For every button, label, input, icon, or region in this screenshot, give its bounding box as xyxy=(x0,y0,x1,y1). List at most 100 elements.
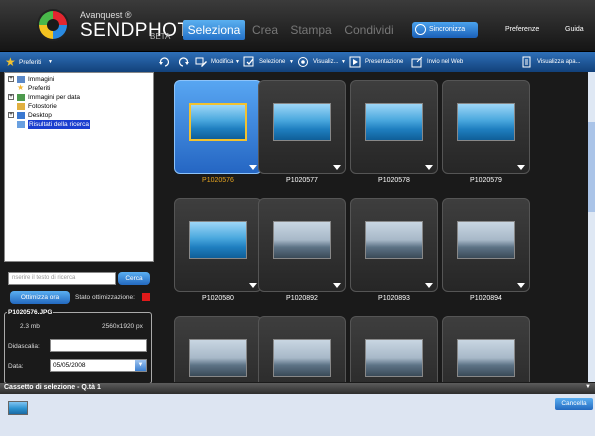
main-toolbar: Modifica ▼ Selezione ▼ Visualiz... ▼ Pre… xyxy=(155,52,595,72)
chevron-down-icon[interactable] xyxy=(425,283,433,288)
chevron-down-icon[interactable]: ▼ xyxy=(135,360,146,371)
photostory-folder-icon xyxy=(17,103,25,110)
search-button[interactable]: Cerca xyxy=(118,272,150,285)
chevron-down-icon[interactable]: ▼ xyxy=(289,59,294,65)
photo-thumbnail[interactable] xyxy=(258,316,346,382)
photo-thumbnail[interactable] xyxy=(350,198,438,292)
photo-image xyxy=(365,103,423,141)
expand-icon[interactable]: + xyxy=(8,112,14,118)
photo-image xyxy=(273,221,331,259)
photo-image xyxy=(365,339,423,377)
photo-thumbnail[interactable] xyxy=(258,198,346,292)
photo-filename: P1020894 xyxy=(470,295,502,302)
app-header: Avanquest ® SENDPHOTOS BETA Seleziona Cr… xyxy=(0,0,595,52)
tree-item-label: Desktop xyxy=(28,112,52,119)
photo-image xyxy=(365,221,423,259)
preferences-link[interactable]: Preferenze xyxy=(505,26,539,33)
guide-link[interactable]: Guida xyxy=(565,26,584,33)
search-input[interactable]: nserire il testo di ricerca xyxy=(8,272,116,285)
photo-thumbnail[interactable] xyxy=(174,198,262,292)
selection-tray-header: Cassetto di selezione - Q.tà 1 ▼ xyxy=(0,383,595,394)
edit-icon[interactable] xyxy=(195,56,207,68)
tree-item-label: Immagini per data xyxy=(28,94,81,101)
expand-icon[interactable]: + xyxy=(8,76,14,82)
calendar-icon xyxy=(17,94,25,101)
caption-label: Didascalia: xyxy=(8,343,40,350)
date-field[interactable]: 05/05/2008 ▼ xyxy=(50,359,147,372)
chevron-down-icon[interactable]: ▼ xyxy=(235,59,240,65)
tree-item-label: Fotostorie xyxy=(28,103,57,110)
chevron-down-icon[interactable] xyxy=(333,165,341,170)
send-web-button[interactable]: Invio nel Web xyxy=(427,59,463,65)
presentation-icon[interactable] xyxy=(349,56,361,68)
chevron-down-icon[interactable]: ▼ xyxy=(341,59,346,65)
open-icon[interactable] xyxy=(521,56,533,68)
presentation-button[interactable]: Presentazione xyxy=(365,59,403,65)
caption-field[interactable] xyxy=(50,339,147,352)
edit-menu[interactable]: Modifica xyxy=(211,59,233,65)
date-label: Data: xyxy=(8,363,24,370)
photo-thumbnail[interactable] xyxy=(442,80,530,174)
selection-icon[interactable] xyxy=(243,56,255,68)
chevron-down-icon[interactable]: ▼ xyxy=(585,384,591,390)
scrollbar-thumb[interactable] xyxy=(588,122,595,212)
tab-condividi[interactable]: Condividi xyxy=(339,20,399,40)
send-web-icon[interactable] xyxy=(411,56,423,68)
photo-filename: P1020577 xyxy=(286,177,318,184)
photo-thumbnail[interactable] xyxy=(442,316,530,382)
tab-seleziona[interactable]: Seleziona xyxy=(183,20,245,40)
photo-image xyxy=(457,339,515,377)
photo-thumbnail[interactable] xyxy=(258,80,346,174)
sync-button[interactable]: Sincronizza xyxy=(412,22,478,38)
rotate-left-icon[interactable] xyxy=(159,56,171,68)
photo-image xyxy=(189,339,247,377)
photo-thumbnail[interactable] xyxy=(174,316,262,382)
view-icon[interactable] xyxy=(297,56,309,68)
image-filename: P1020576.JPG xyxy=(7,309,54,316)
optimize-button[interactable]: Ottimizza ora xyxy=(10,291,70,304)
folder-tree: + Immagini ★ Preferiti + Immagini per da… xyxy=(4,72,154,262)
photo-filename: P1020579 xyxy=(470,177,502,184)
chevron-down-icon[interactable] xyxy=(517,283,525,288)
image-dimensions: 2560x1920 px xyxy=(102,323,143,330)
cancel-button[interactable]: Cancella xyxy=(555,398,593,410)
chevron-down-icon[interactable] xyxy=(249,283,257,288)
optimization-status-indicator xyxy=(142,293,150,301)
favorites-dropdown[interactable]: Preferiti xyxy=(19,59,41,66)
photo-image xyxy=(457,221,515,259)
chevron-down-icon[interactable] xyxy=(425,165,433,170)
favorites-bar: ★ Preferiti ▼ xyxy=(0,52,155,72)
photo-filename: P1020578 xyxy=(378,177,410,184)
photo-thumbnail[interactable] xyxy=(442,198,530,292)
photo-filename: P1020892 xyxy=(286,295,318,302)
pictures-folder-icon xyxy=(17,76,25,83)
photo-thumbnail[interactable] xyxy=(350,316,438,382)
tree-item-label: Risultati della ricerca xyxy=(28,120,90,129)
thumbnail-grid: P1020576 P1020577 P1020578 P1020579 P1020580… xyxy=(158,72,588,382)
photo-thumbnail[interactable] xyxy=(350,80,438,174)
chevron-down-icon[interactable] xyxy=(249,165,257,170)
selection-menu[interactable]: Selezione xyxy=(259,59,285,65)
sync-icon xyxy=(415,24,426,35)
tab-crea[interactable]: Crea xyxy=(247,20,283,40)
photo-image xyxy=(457,103,515,141)
tab-stampa[interactable]: Stampa xyxy=(285,20,337,40)
tree-item-label: Preferiti xyxy=(28,85,51,92)
grid-scrollbar[interactable] xyxy=(588,72,595,382)
rotate-right-icon[interactable] xyxy=(177,56,189,68)
star-icon: ★ xyxy=(17,83,25,92)
open-with-button[interactable]: Visualizza apa... xyxy=(537,59,581,65)
tray-thumbnail[interactable] xyxy=(8,401,28,415)
chevron-down-icon[interactable] xyxy=(517,165,525,170)
photo-thumbnail[interactable] xyxy=(174,80,262,174)
date-value: 05/05/2008 xyxy=(53,362,86,369)
chevron-down-icon[interactable] xyxy=(333,283,341,288)
expand-icon[interactable]: + xyxy=(8,94,14,100)
chevron-down-icon[interactable]: ▼ xyxy=(48,59,53,65)
search-results-icon xyxy=(17,121,25,128)
sync-label: Sincronizza xyxy=(429,26,466,33)
optimization-status-label: Stato ottimizzazione: xyxy=(75,294,135,301)
view-menu[interactable]: Visualiz... xyxy=(313,59,339,65)
photo-image xyxy=(189,221,247,259)
selection-tray-title: Cassetto di selezione - Q.tà 1 xyxy=(4,384,101,391)
